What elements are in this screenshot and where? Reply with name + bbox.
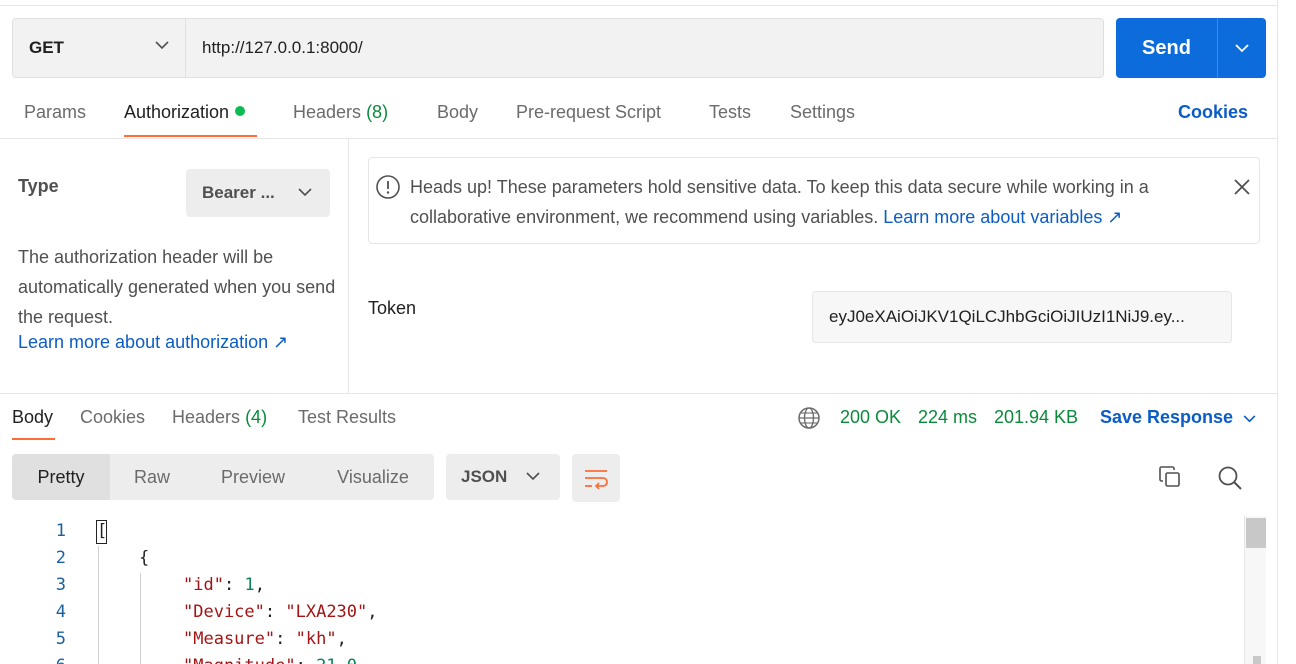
learn-more-authorization-link[interactable]: Learn more about authorization ↗ [18,332,288,353]
auth-type-label: Type [18,176,59,196]
chevron-down-icon [526,472,540,481]
response-tab-test-results[interactable]: Test Results [298,407,396,428]
view-mode-group: Pretty Raw Preview Visualize [12,454,434,500]
response-size[interactable]: 201.94 KB [994,407,1078,428]
response-divider [0,393,1278,394]
indent-guide [140,573,141,664]
sensitive-data-warning: Heads up! These parameters hold sensitiv… [368,157,1260,244]
json-key: "Device" [183,602,265,622]
tab-authorization[interactable]: Authorization [124,102,246,123]
save-response-button[interactable]: Save Response [1100,407,1256,428]
response-body-viewer[interactable]: 1 2 3 4 5 6 [ { "id": 1, "Device": "LXA2… [0,516,1244,664]
chevron-down-icon [1235,43,1249,52]
json-value: "LXA230" [285,602,368,622]
tab-headers-label: Headers [293,102,362,122]
line-number: 1 [55,521,66,541]
response-tab-body[interactable]: Body [12,407,53,428]
token-label: Token [368,298,417,318]
scrollbar-marker [1253,656,1261,664]
response-active-tab-underline [12,438,55,440]
response-headers-count: (4) [245,407,268,427]
wrap-lines-icon [585,470,608,489]
view-preview-button[interactable]: Preview [194,454,312,500]
learn-more-variables-link[interactable]: Learn more about variables ↗ [883,207,1122,227]
line-number: 6 [0,656,66,664]
tab-headers[interactable]: Headers (8) [293,102,388,123]
chevron-down-icon [298,188,312,197]
tab-settings[interactable]: Settings [790,102,855,123]
view-visualize-button[interactable]: Visualize [312,454,434,500]
auth-panel-divider [348,139,349,393]
auth-type-select[interactable]: Bearer ... [186,169,330,217]
tab-params[interactable]: Params [24,102,86,123]
response-tab-headers[interactable]: Headers (4) [172,407,267,428]
scrollbar-thumb[interactable] [1246,518,1266,548]
line-number: 3 [55,575,66,595]
line-number: 4 [55,602,66,622]
view-raw-button[interactable]: Raw [110,454,194,500]
tab-tests[interactable]: Tests [709,102,751,123]
text-cursor [96,520,107,544]
code-line: "Measure": "kh", [183,629,347,649]
json-key: "id" [183,575,224,595]
code-scrollbar[interactable] [1244,516,1266,664]
top-divider [0,5,1278,6]
json-key: "Magnitude" [183,656,296,664]
auth-description: The authorization header will be automat… [18,247,336,327]
request-tabs: Params Authorization Headers (8) Body Pr… [0,96,1278,139]
chevron-down-icon [1243,415,1256,423]
method-select[interactable]: GET [13,19,186,77]
headers-count: (8) [366,102,389,122]
tab-body[interactable]: Body [437,102,478,123]
format-value: JSON [461,467,508,486]
method-label: GET [29,38,64,57]
line-number: 2 [55,548,66,568]
format-select[interactable]: JSON [446,454,560,500]
active-tab-underline [124,135,257,137]
cookies-link[interactable]: Cookies [1178,102,1248,123]
line-number: 5 [55,629,66,649]
auth-type-value: Bearer ... [202,183,275,202]
search-icon[interactable] [1217,465,1243,491]
close-icon[interactable] [1233,178,1251,196]
send-dropdown-button[interactable] [1218,18,1266,78]
response-time[interactable]: 224 ms [918,407,977,428]
warning-text: Heads up! These parameters hold sensitiv… [410,172,1230,232]
status-code[interactable]: 200 OK [840,407,901,428]
code-line: "Device": "LXA230", [183,602,378,622]
view-pretty-button[interactable]: Pretty [12,454,110,500]
indent-guide [98,546,99,664]
request-bar: GET http://127.0.0.1:8000/ [12,18,1104,78]
copy-icon[interactable] [1158,465,1182,489]
info-icon [376,175,400,199]
send-button[interactable]: Send [1116,18,1218,78]
active-indicator-dot [235,106,246,116]
save-response-label: Save Response [1100,407,1234,427]
json-value: 1 [244,575,255,595]
code-line: { [139,548,150,568]
tab-authorization-label: Authorization [124,102,230,122]
code-line: "Magnitude": 21.0 [183,656,357,664]
chevron-down-icon [155,41,169,50]
tab-prerequest-script[interactable]: Pre-request Script [516,102,661,123]
response-tab-headers-label: Headers [172,407,241,427]
response-tab-cookies[interactable]: Cookies [80,407,145,428]
send-button-group: Send [1116,18,1266,78]
code-line: "id": 1, [183,575,265,595]
wrap-lines-button[interactable] [572,454,620,502]
json-key: "Measure" [183,629,276,649]
url-input[interactable]: http://127.0.0.1:8000/ [186,19,1103,77]
json-value: 21.0 [316,656,357,664]
json-value: "kh" [295,629,337,649]
globe-icon[interactable] [797,406,821,430]
token-input[interactable]: eyJ0eXAiOiJKV1QiLCJhbGciOiJIUzI1NiJ9.ey.… [812,291,1232,343]
